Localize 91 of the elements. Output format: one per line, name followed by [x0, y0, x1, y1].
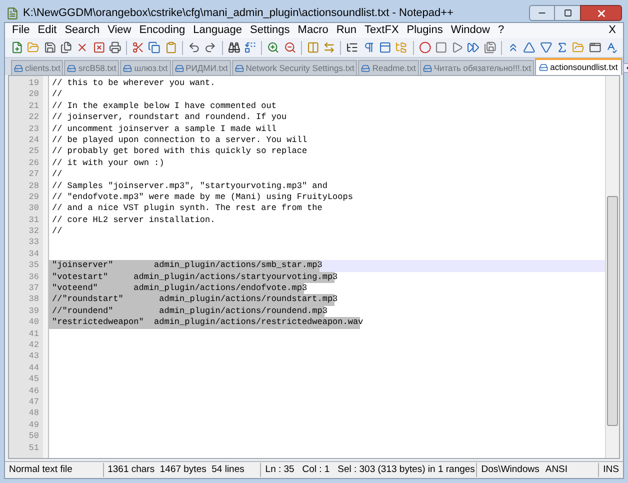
- scissors-icon[interactable]: [132, 41, 144, 54]
- down-triangle-icon[interactable]: [540, 41, 552, 54]
- line-number: 35: [28, 260, 40, 272]
- line-number: 51: [28, 442, 40, 454]
- replace-icon[interactable]: [244, 41, 256, 54]
- zoom-in-icon[interactable]: [267, 41, 280, 54]
- menu-item[interactable]: TextFX: [360, 22, 403, 39]
- line-number: 49: [28, 420, 40, 432]
- save-icon[interactable]: [44, 41, 56, 54]
- word-wrap-icon[interactable]: [346, 41, 359, 54]
- line-number: 45: [28, 374, 40, 386]
- up-triangle-icon[interactable]: [523, 41, 536, 54]
- maximize-icon: [564, 9, 572, 17]
- line-number: 38: [28, 294, 40, 306]
- record-icon[interactable]: [418, 41, 431, 54]
- line-number: 19: [28, 78, 40, 90]
- menu-item[interactable]: Run: [332, 22, 361, 39]
- file-type-status: Normal text file: [5, 462, 104, 478]
- menu-item[interactable]: View: [104, 22, 136, 39]
- maximize-button[interactable]: [555, 5, 580, 21]
- menu-item[interactable]: Encoding: [135, 22, 190, 39]
- line-number: 43: [28, 351, 40, 363]
- file-tab[interactable]: actionsoundlist.txt: [535, 58, 622, 75]
- line-number: 22: [28, 112, 40, 124]
- indent-guide-icon[interactable]: [378, 41, 392, 54]
- paste-icon[interactable]: [164, 41, 178, 54]
- stop-icon[interactable]: [434, 41, 448, 54]
- menu-item[interactable]: Plugins: [402, 22, 447, 39]
- line-number: 42: [28, 340, 40, 352]
- line-number: 32: [28, 226, 40, 238]
- line-number: 27: [28, 169, 40, 181]
- line-number: 26: [28, 158, 40, 170]
- line-number: 46: [28, 386, 40, 397]
- print-icon[interactable]: [108, 41, 122, 54]
- columns-icon[interactable]: [306, 41, 320, 54]
- menu-item[interactable]: Window: [446, 22, 494, 39]
- line-number: 24: [28, 134, 40, 146]
- close-document-button[interactable]: X: [604, 22, 620, 39]
- scrollbar-thumb[interactable]: [607, 196, 618, 426]
- line-number: 33: [28, 237, 40, 249]
- line-number: 20: [28, 89, 40, 101]
- line-number: 40: [28, 317, 40, 329]
- line-number: 23: [28, 124, 40, 135]
- save-all-icon[interactable]: [60, 41, 72, 54]
- zoom-out-icon[interactable]: [284, 41, 296, 54]
- close-icon: [596, 8, 606, 18]
- menu-item[interactable]: ?: [494, 22, 508, 39]
- line-number: 48: [28, 408, 40, 420]
- window-title: K:\NewGGDM\orangebox\cstrike\cfg\mani_admin_plugin\actionsoundlist.txt - Notepad++: [23, 6, 454, 21]
- line-ending-status: Dos\Windows: [480, 462, 540, 477]
- line-number: 39: [28, 306, 40, 318]
- encoding-status: ANSI: [543, 462, 600, 478]
- save-macro-icon[interactable]: [484, 41, 496, 54]
- binoculars-icon[interactable]: [228, 41, 240, 54]
- line-number: 25: [28, 146, 40, 158]
- line-number: 21: [28, 100, 40, 112]
- menu-item[interactable]: Edit: [34, 22, 61, 39]
- spell-check-icon[interactable]: [604, 41, 618, 54]
- notepad-icon: [6, 6, 19, 20]
- play-icon[interactable]: [451, 41, 464, 54]
- sync-scroll-icon[interactable]: [323, 41, 336, 54]
- close-all-icon[interactable]: [92, 41, 105, 54]
- window-icon[interactable]: [588, 41, 601, 54]
- line-number: 28: [28, 180, 40, 192]
- menu-item[interactable]: File: [8, 22, 34, 39]
- line-number: 29: [28, 192, 40, 204]
- line-number: 47: [28, 396, 40, 408]
- fast-forward-icon[interactable]: [467, 41, 480, 54]
- line-number: 41: [28, 328, 40, 340]
- line-number: 31: [28, 214, 40, 226]
- line-number: 50: [28, 431, 40, 442]
- cursor-position: Ln : 35 Col : 1 Sel : 303 (313 bytes) in 1 ranges: [261, 462, 478, 478]
- line-number: 44: [28, 362, 40, 374]
- pilcrow-icon[interactable]: [362, 41, 375, 54]
- close-button[interactable]: [580, 5, 622, 21]
- line-number: 30: [28, 203, 40, 215]
- line-number: 37: [28, 283, 40, 294]
- line-number: 34: [28, 248, 40, 260]
- document-stats: 1361 chars 1467 bytes 54 lines: [104, 462, 262, 478]
- insert-mode-status: INS: [602, 462, 620, 477]
- copy-icon[interactable]: [148, 41, 161, 54]
- line-number: 36: [28, 272, 40, 284]
- redo-icon[interactable]: [204, 41, 217, 54]
- menu-item[interactable]: Macro: [294, 22, 332, 39]
- new-file-icon[interactable]: [11, 41, 24, 54]
- undo-icon[interactable]: [188, 41, 200, 54]
- menu-item[interactable]: Settings: [246, 22, 294, 39]
- sigma-icon[interactable]: [556, 41, 568, 54]
- menu-item[interactable]: Search: [60, 22, 104, 39]
- menu-item[interactable]: Language: [189, 22, 246, 39]
- vertical-scrollbar[interactable]: [605, 76, 619, 458]
